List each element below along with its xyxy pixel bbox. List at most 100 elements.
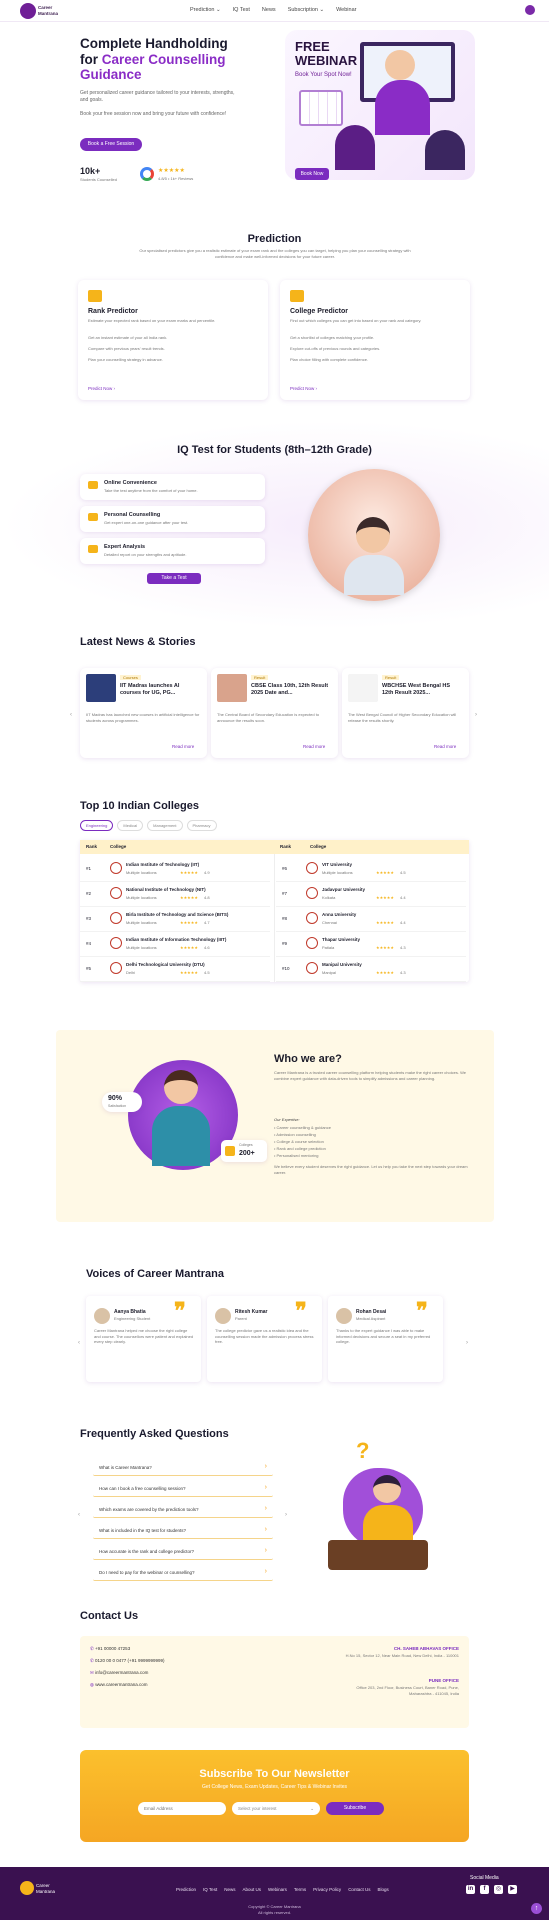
faq-item[interactable]: What is Career Mantrana? › [93,1460,273,1476]
college-rating: 4.6 [204,945,210,950]
testimonial-prev-arrow[interactable]: ‹ [78,1340,80,1346]
college-name: Jadavpur University [322,887,366,892]
instagram-icon[interactable]: ◎ [494,1885,503,1894]
college-rank: #3 [86,916,92,921]
faq-item[interactable]: How can I book a free counselling sessio… [93,1481,273,1497]
footer-link[interactable]: About Us [242,1887,261,1892]
news-card[interactable]: Result CBSE Class 10th, 12th Result 2025… [211,668,338,758]
news-read-more[interactable]: Read more [172,744,194,749]
webinar-book-button[interactable]: Book Now [295,168,329,180]
footer-logo-icon[interactable] [20,1881,34,1895]
youtube-icon[interactable]: ▶ [508,1885,517,1894]
contact-email[interactable]: ✉ info@careermantrana.com [90,1670,148,1676]
tab-management[interactable]: Management [147,820,183,831]
faq-item[interactable]: How accurate is the rank and college pre… [93,1544,273,1560]
nav-link-prediction[interactable]: Prediction ⌄ [190,7,221,13]
college-logo-icon [110,937,122,949]
contact-landline[interactable]: ✆ 0120 00 0 0477 (+91 9999999999) [90,1658,164,1664]
college-location: Multiple locations [322,870,353,875]
rank-predict-link[interactable]: Predict Now › [88,386,115,391]
testimonial-name: Aanya Bhatia [114,1309,146,1315]
footer-link[interactable]: Prediction [176,1887,196,1892]
table-row[interactable]: #3 Birla Institute of Technology and Sci… [80,908,270,932]
testimonial-text: The college predictor gave us a realisti… [215,1328,314,1344]
nav-link-iq-test[interactable]: IQ Test [233,7,250,13]
footer-link[interactable]: IQ Test [203,1887,217,1892]
hero-note: Book your free session now and bring you… [80,111,227,117]
footer-link[interactable]: News [224,1887,235,1892]
news-card[interactable]: Result WBCHSE West Bengal HS 12th Result… [342,668,469,758]
contact-website[interactable]: ◍ www.careermantrana.com [90,1682,147,1688]
college-stars: ★★★★★ [376,920,394,925]
college-location: Multiple locations [126,920,157,925]
facebook-icon[interactable]: f [480,1885,489,1894]
college-stars: ★★★★★ [180,945,198,950]
footer-link[interactable]: Privacy Policy [313,1887,341,1892]
table-row[interactable]: #10 Manipal University Manipal ★★★★★ 4.3 [276,958,466,982]
table-row[interactable]: #4 Indian Institute of Information Techn… [80,933,270,957]
college-predictor-point: Get a shortlist of colleges matching you… [290,335,375,340]
nav-link-webinar[interactable]: Webinar [336,7,356,13]
college-name: Birla Institute of Technology and Scienc… [126,912,229,917]
expertise-title: Our Expertise: [274,1117,300,1122]
expertise-item: • College & course selection [274,1139,324,1144]
contact-phone[interactable]: ✆ +91 00000 47253 [90,1646,130,1652]
footer-link[interactable]: Contact Us [348,1887,370,1892]
table-row[interactable]: #6 VIT University Multiple locations ★★★… [276,858,466,882]
expertise-item: • Personalised mentoring [274,1153,319,1158]
newsletter-interest-select[interactable]: Select your interest ⌄ [232,1802,320,1815]
table-row[interactable]: #5 Delhi Technological University (DTU) … [80,958,270,982]
table-row[interactable]: #9 Thapar University Patiala ★★★★★ 4.3 [276,933,466,957]
iq-feature-title: Online Convenience [104,480,157,486]
scroll-up-icon[interactable]: ↑ [531,1903,542,1914]
faq-item[interactable]: Which exams are covered by the predictio… [93,1502,273,1518]
college-predict-link[interactable]: Predict Now › [290,386,317,391]
faq-next-arrow[interactable]: › [285,1512,287,1518]
faq-item[interactable]: What is included in the IQ test for stud… [93,1523,273,1539]
testimonial-text: Thanks to the expert guidance I was able… [336,1328,431,1344]
logo-icon[interactable] [20,3,36,19]
office2-title: PUNE OFFICE [428,1678,459,1683]
news-card[interactable]: Courses IIT Madras launches AI courses f… [80,668,207,758]
testimonial-next-arrow[interactable]: › [466,1340,468,1346]
avatar [336,1308,352,1324]
linkedin-icon[interactable]: in [466,1885,475,1894]
take-test-button[interactable]: Take a Test [147,573,201,584]
newsletter-email-input[interactable] [138,1802,226,1815]
college-rank: #8 [282,916,288,921]
footer-link[interactable]: Blogs [377,1887,388,1892]
chevron-right-icon: › [264,1505,267,1512]
user-account-icon[interactable] [525,5,535,15]
audience-person [335,125,375,170]
news-read-more[interactable]: Read more [303,744,325,749]
tab-pharmacy[interactable]: Pharmacy [186,820,217,831]
college-rank: #2 [86,891,92,896]
footer-link[interactable]: Webinars [268,1887,287,1892]
college-rank: #5 [86,966,92,971]
webinar-subtitle: Book Your Spot Now! [295,72,352,78]
tab-medical[interactable]: Medical [117,820,144,831]
nav-link-news[interactable]: News [262,7,276,13]
tab-engineering[interactable]: Engineering [80,820,114,831]
college-predictor-point: Plan choice filling with complete confid… [290,357,369,362]
news-next-arrow[interactable]: › [475,712,477,718]
footer-link[interactable]: Terms [294,1887,306,1892]
table-row[interactable]: #2 National Institute of Technology (NIT… [80,883,270,907]
analysis-icon [88,545,98,553]
expertise-item: • Rank and college prediction [274,1146,326,1151]
news-read-more[interactable]: Read more [434,744,456,749]
rating-stars: ★★★★★ [158,168,185,174]
college-name: VIT University [322,862,353,867]
avatar [215,1308,231,1324]
subscribe-button[interactable]: Subscribe [326,1802,384,1815]
faq-item[interactable]: Do I need to pay for the webinar or coun… [93,1565,273,1581]
table-row[interactable]: #1 Indian Institute of Technology (IIT) … [80,858,270,882]
book-session-button[interactable]: Book a Free Session [80,138,142,151]
table-row[interactable]: #7 Jadavpur University Kolkata ★★★★★ 4.4 [276,883,466,907]
faq-prev-arrow[interactable]: ‹ [78,1512,80,1518]
news-prev-arrow[interactable]: ‹ [70,712,72,718]
college-rank: #9 [282,941,288,946]
faq-question: Which exams are covered by the predictio… [99,1507,199,1512]
table-row[interactable]: #8 Anna University Chennai ★★★★★ 4.4 [276,908,466,932]
nav-link-subscription[interactable]: Subscription ⌄ [288,7,324,13]
